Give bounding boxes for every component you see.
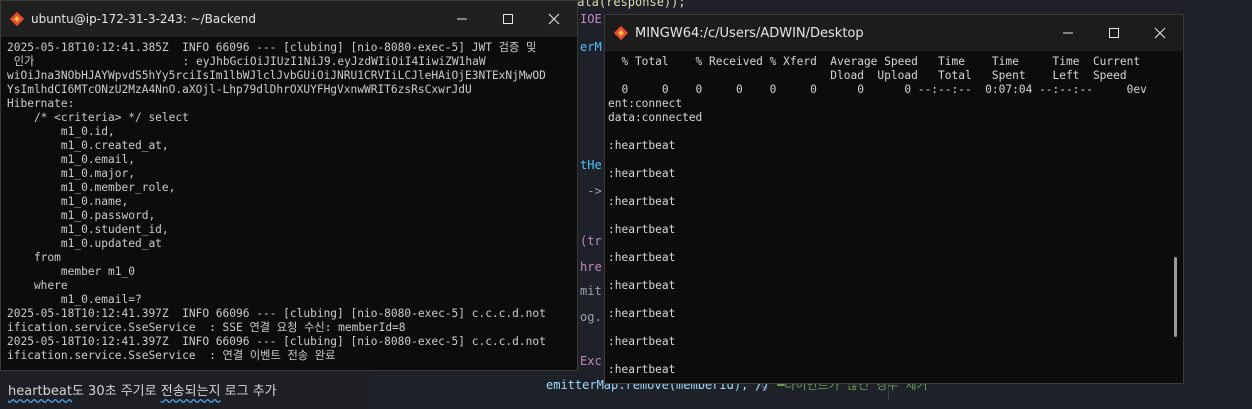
terminal-line: m1_0.id,: [7, 125, 115, 138]
terminal-line: 0 0 0 0 0 0 0 0 --:--:-- 0:07:04 --:--:-…: [608, 83, 1147, 96]
terminal-line: 2025-05-18T10:12:41.397Z INFO 66096 --- …: [7, 307, 546, 320]
git-bash-icon: [9, 11, 25, 27]
terminal-line: ification.service.SseService : 연결 이벤트 전송…: [7, 349, 336, 362]
terminal-line: :heartbeat: [608, 195, 676, 208]
window-title: ubuntu@ip-172-31-3-243: ~/Backend: [31, 12, 256, 26]
terminal-line: data:connected: [608, 111, 703, 124]
minimize-button[interactable]: [439, 1, 485, 37]
terminal-line: m1_0.name,: [7, 195, 129, 208]
terminal-line: /* <criteria> */ select: [7, 111, 189, 124]
terminal-line: m1_0.password,: [7, 209, 156, 222]
terminal-window-mingw[interactable]: MINGW64:/c/Users/ADWIN/Desktop % Total %…: [604, 14, 1184, 384]
git-bash-icon: [613, 25, 629, 41]
terminal-line: YsImlhdCI6MTcONzU2MzA4NnO.aXOjl-Lhp79dlD…: [7, 83, 472, 96]
maximize-button[interactable]: [1091, 15, 1137, 51]
terminal-line: m1_0.email=?: [7, 293, 142, 306]
terminal-line: m1_0.member_role,: [7, 181, 176, 194]
minimize-icon: [1063, 32, 1073, 34]
close-icon: [1154, 27, 1166, 39]
title-bar[interactable]: MINGW64:/c/Users/ADWIN/Desktop: [605, 15, 1183, 51]
code-fragment: erM: [580, 40, 602, 54]
terminal-line: % Total % Received % Xferd Average Speed…: [608, 55, 1141, 68]
terminal-line: :heartbeat: [608, 363, 676, 376]
code-fragment: Exc: [580, 354, 602, 368]
terminal-line: Hibernate:: [7, 97, 75, 110]
terminal-line: :heartbeat: [608, 223, 676, 236]
code-line-top: data(response));: [570, 0, 686, 9]
title-bar[interactable]: ubuntu@ip-172-31-3-243: ~/Backend: [1, 1, 577, 37]
terminal-line: :heartbeat: [608, 335, 676, 348]
terminal-line: 2025-05-18T10:12:41.397Z INFO 66096 --- …: [7, 335, 546, 348]
code-fragment: ->: [580, 184, 602, 198]
code-fragment: mit: [580, 284, 602, 298]
window-title: MINGW64:/c/Users/ADWIN/Desktop: [635, 25, 864, 41]
terminal-line: 인가 : eyJhbGciOiJIUzI1NiJ9.eyJzdWIiOiI4Ii…: [7, 55, 486, 68]
maximize-button[interactable]: [485, 1, 531, 37]
code-fragment: tHe: [580, 158, 602, 172]
maximize-icon: [503, 14, 513, 24]
terminal-output[interactable]: 2025-05-18T10:12:41.385Z INFO 66096 --- …: [1, 37, 577, 370]
terminal-line: 2025-05-18T10:12:41.385Z INFO 66096 --- …: [7, 41, 537, 54]
terminal-line: ent:connect: [608, 97, 683, 110]
terminal-line: m1_0.email,: [7, 153, 135, 166]
terminal-line: :heartbeat: [608, 251, 676, 264]
terminal-line: m1_0.updated_at: [7, 237, 162, 250]
terminal-window-ubuntu[interactable]: ubuntu@ip-172-31-3-243: ~/Backend 2025-0…: [0, 0, 578, 371]
terminal-line: Dload Upload Total Spent Left Speed: [608, 69, 1127, 82]
close-button[interactable]: [1137, 15, 1183, 51]
code-fragment: (tr: [580, 234, 602, 248]
terminal-line: :heartbeat: [608, 139, 676, 152]
maximize-icon: [1109, 28, 1119, 38]
scrollbar-thumb[interactable]: [1174, 257, 1177, 337]
code-fragment: IOE: [580, 12, 602, 26]
terminal-line: m1_0.created_at,: [7, 139, 169, 152]
terminal-line: :heartbeat: [608, 307, 676, 320]
terminal-line: member m1_0: [7, 265, 135, 278]
terminal-line: ification.service.SseService : SSE 연결 요청…: [7, 321, 406, 334]
terminal-line: m1_0.major,: [7, 167, 135, 180]
close-button[interactable]: [531, 1, 577, 37]
terminal-line: from: [7, 251, 61, 264]
terminal-output[interactable]: % Total % Received % Xferd Average Speed…: [605, 51, 1183, 383]
terminal-line: where: [7, 279, 68, 292]
minimize-button[interactable]: [1045, 15, 1091, 51]
terminal-line: :heartbeat: [608, 279, 676, 292]
memo-note: heartbeat도 30초 주기로 전송되는지 로그 추가: [8, 384, 277, 399]
close-icon: [548, 13, 560, 25]
code-fragment: hre: [580, 260, 602, 274]
minimize-icon: [457, 18, 467, 20]
code-fragment: og.: [580, 310, 602, 324]
terminal-line: :heartbeat: [608, 167, 676, 180]
terminal-line: wiOiJna3NObHJAYWpvdS5hYy5rciIsIm1lbWJlcl…: [7, 69, 546, 82]
terminal-line: m1_0.student_id,: [7, 223, 169, 236]
